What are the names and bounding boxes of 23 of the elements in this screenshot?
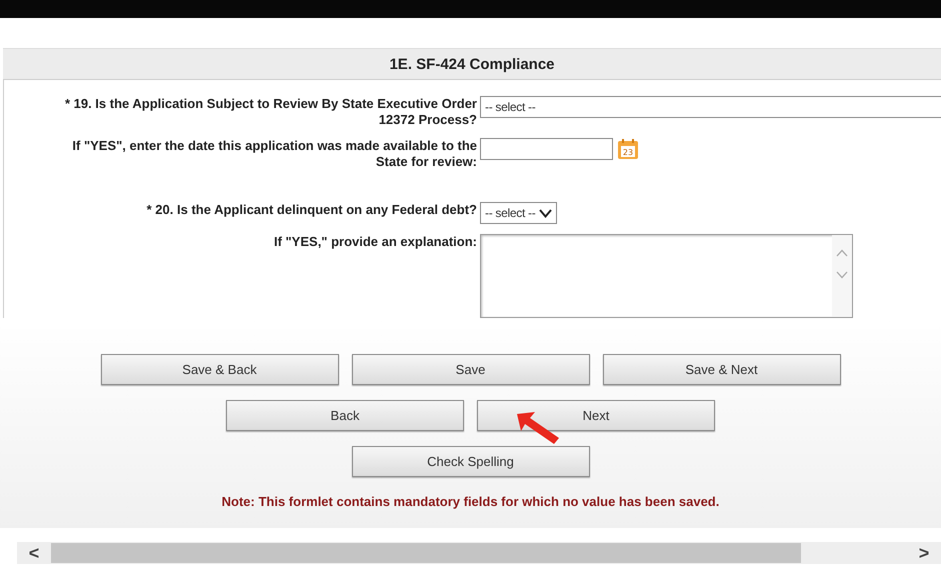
select-field[interactable]: -- select -- [480, 96, 941, 118]
field-label: * 20. Is the Applicant delinquent on any Federal debt? [146, 202, 478, 219]
arrow-icon [515, 410, 561, 446]
select-field[interactable]: -- select -- [480, 202, 558, 224]
field-label: If "YES", enter the date this application was made available to the State for review: [71, 138, 478, 170]
field-label: * 19. Is the Application Subject to Review By State Executive Order 12372 Process? [64, 96, 478, 128]
chevron-up-icon[interactable] [836, 249, 848, 257]
section-title: 1E. SF-424 Compliance [389, 56, 555, 72]
scrollbar-thumb[interactable] [51, 543, 801, 563]
form-button[interactable]: Save & Next [602, 354, 840, 385]
form-button[interactable]: Back [226, 400, 464, 431]
form-button[interactable]: Save [352, 354, 590, 385]
warning-note: Note: This formlet contains mandatory fields for which no value has been saved. [222, 494, 720, 509]
chevron-down-icon[interactable] [539, 208, 552, 218]
form-button[interactable]: Check Spelling [352, 446, 590, 477]
explanation-textarea[interactable] [480, 234, 853, 318]
scroll-right-arrow[interactable]: > [907, 542, 941, 564]
form-button[interactable]: Save & Back [100, 354, 338, 385]
date-field[interactable] [480, 138, 613, 160]
form-button[interactable]: Next [477, 400, 715, 431]
scroll-left-arrow[interactable]: < [17, 542, 51, 564]
field-label: If "YES," provide an explanation: [272, 234, 478, 251]
calendar-icon[interactable]: 23 [617, 138, 639, 160]
